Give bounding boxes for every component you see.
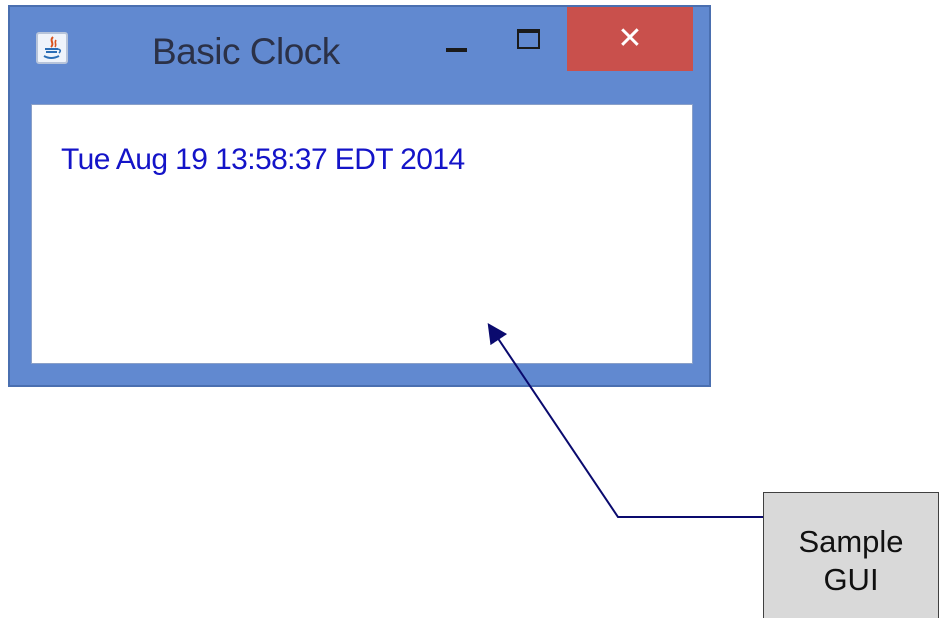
slide-canvas: Basic Clock ✕ Tue Aug 19 13:58:37 EDT 20… (0, 0, 941, 618)
callout-line-1: Sample (798, 524, 904, 559)
callout-leader-line (487, 323, 763, 518)
callout-label: Sample GUI (764, 523, 938, 599)
callout-line-2: GUI (823, 562, 879, 597)
sample-gui-callout: Sample GUI (763, 492, 939, 618)
